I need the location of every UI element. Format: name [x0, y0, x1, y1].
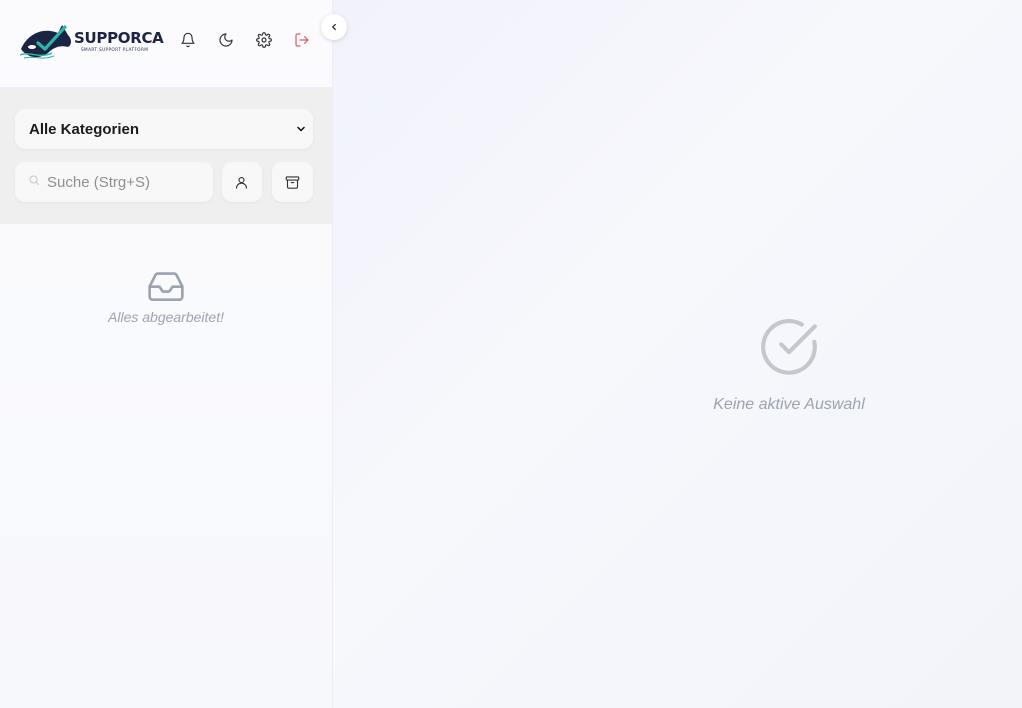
moon-icon [219, 32, 233, 47]
dark-mode-toggle[interactable] [207, 25, 245, 55]
category-select-value: Alle Kategorien [29, 120, 140, 138]
archive-button[interactable] [272, 162, 313, 202]
assigned-to-me-button[interactable] [221, 162, 263, 202]
bell-icon [181, 32, 195, 47]
brand-logo[interactable]: SUPPORCA SMART SUPPORT PLATFORM [18, 19, 164, 61]
category-select[interactable]: Alle Kategorien [15, 109, 313, 149]
header-actions [169, 25, 321, 55]
gear-icon [256, 31, 272, 48]
empty-list-message: Alles abgearbeitet! [108, 309, 224, 325]
logout-icon [295, 32, 309, 47]
check-circle-icon [761, 319, 817, 375]
brand-name: SUPPORCA [74, 29, 164, 47]
brand-text: SUPPORCA SMART SUPPORT PLATFORM [74, 29, 164, 53]
settings-button[interactable] [245, 25, 283, 55]
collapse-sidebar-button[interactable] [321, 14, 347, 40]
logout-button[interactable] [283, 25, 321, 55]
notifications-button[interactable] [169, 25, 207, 55]
user-icon [236, 176, 248, 189]
search-input[interactable] [15, 162, 213, 202]
app-root: SUPPORCA SMART SUPPORT PLATFORM Alle Kat… [0, 0, 1022, 708]
no-selection-state: Keine aktive Auswahl [709, 316, 869, 414]
brand-tagline: SMART SUPPORT PLATFORM [81, 47, 149, 52]
detail-panel: Keine aktive Auswahl [332, 0, 1022, 708]
sidebar-header: SUPPORCA SMART SUPPORT PLATFORM [0, 0, 332, 87]
archive-icon [285, 175, 300, 189]
ticket-list-empty-state: Alles abgearbeitet! [0, 224, 332, 325]
inbox-icon [148, 272, 184, 302]
search-icon [29, 175, 39, 185]
search-box [15, 162, 213, 202]
chevron-left-icon [332, 23, 336, 31]
chevron-down-icon [297, 126, 305, 132]
search-row [15, 162, 313, 202]
filter-panel: Alle Kategorien [0, 87, 332, 224]
sidebar: SUPPORCA SMART SUPPORT PLATFORM Alle Kat… [0, 0, 332, 708]
no-selection-message: Keine aktive Auswahl [713, 396, 865, 413]
orca-logo-icon [19, 24, 71, 59]
